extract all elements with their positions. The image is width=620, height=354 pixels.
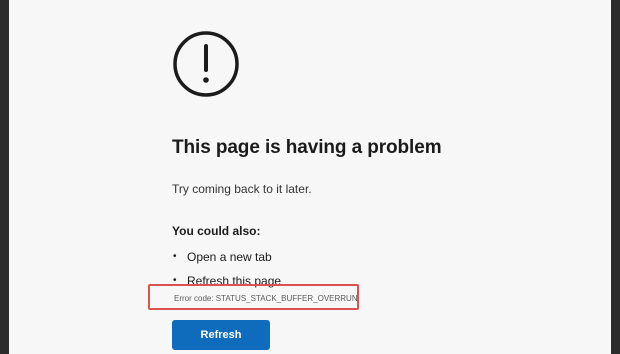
error-code: Error code: STATUS_STACK_BUFFER_OVERRUN <box>174 294 358 303</box>
suggestion-open-new-tab: Open a new tab <box>187 250 272 264</box>
list-item: • Open a new tab <box>172 250 281 274</box>
suggestions-heading: You could also: <box>172 224 261 238</box>
error-subtitle: Try coming back to it later. <box>172 182 312 196</box>
window-edge-right <box>611 0 620 354</box>
exclamation-circle-icon <box>173 31 239 97</box>
bullet-icon: • <box>173 251 177 262</box>
window-edge-left <box>0 0 9 354</box>
error-page: This page is having a problem Try coming… <box>0 0 620 354</box>
refresh-button[interactable]: Refresh <box>172 320 270 350</box>
page-title: This page is having a problem <box>172 137 442 158</box>
